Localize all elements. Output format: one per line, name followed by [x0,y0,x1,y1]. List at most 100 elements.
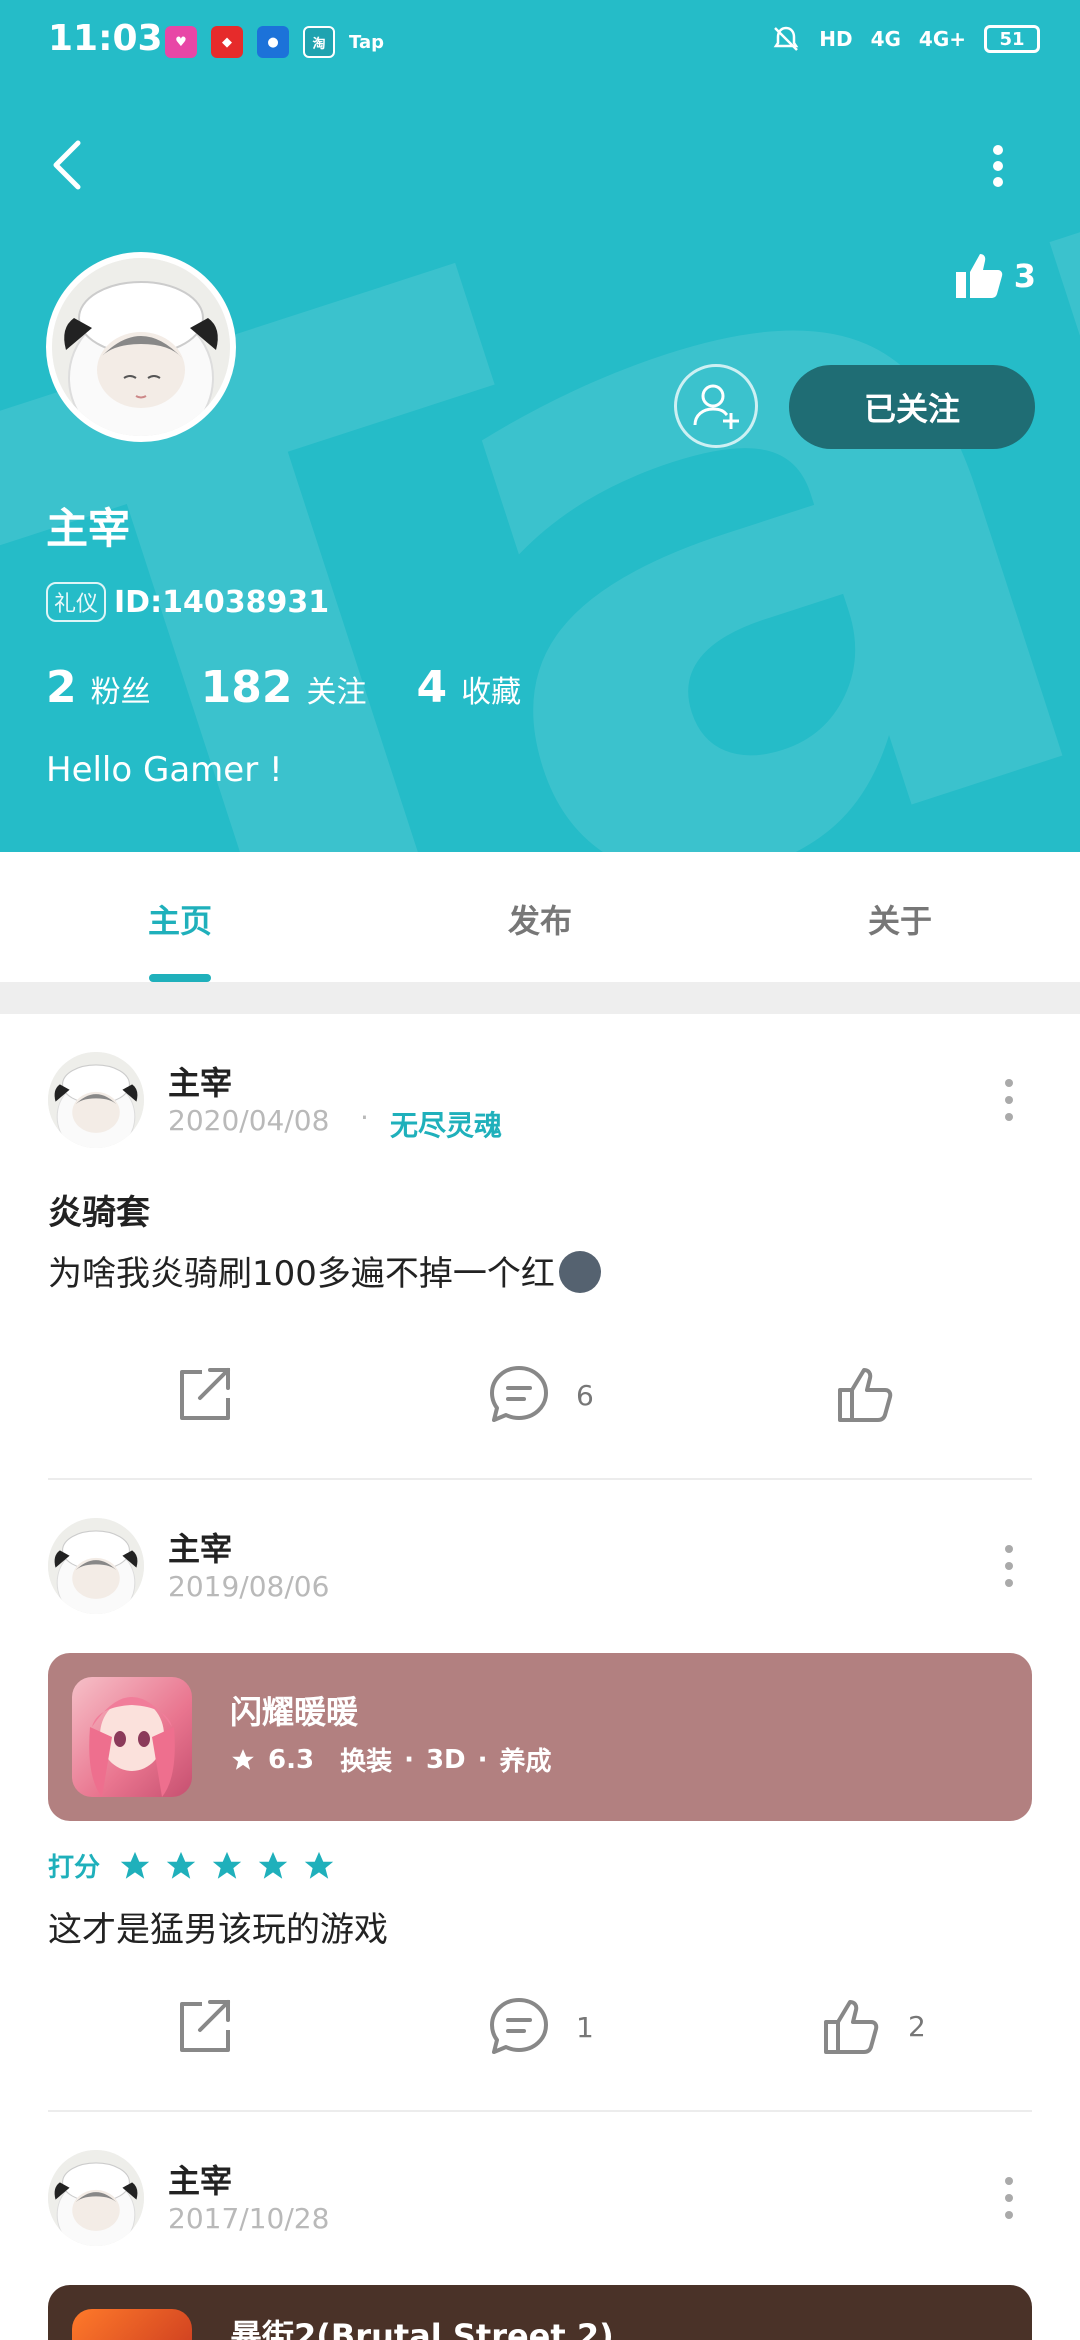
comment-button[interactable]: 6 [486,1362,594,1428]
comment-icon [490,1998,548,2054]
thumbs-up-icon [824,2000,879,2054]
section-separator [0,982,1080,1014]
taptap-icon: Tap [349,31,384,53]
profile-likes[interactable]: 3 [952,250,1036,302]
post-game-link[interactable]: 无尽灵魂 [390,1104,502,1144]
separator-dot: · [360,1101,369,1134]
rating-row: 打分 [48,1847,336,1884]
battery-icon: 51 [984,25,1040,53]
post-title[interactable]: 炎骑套 [48,1185,150,1234]
thumbs-up-icon [838,1368,893,1422]
post-date: 2020/04/08 [168,1104,330,1137]
game-art [89,1697,175,1797]
rating-label: 打分 [48,1853,101,1883]
game-card[interactable]: 闪耀暖暖 6.3 换装 · 3D · 养成 [48,1653,1032,1821]
status-time: 11:03 [48,18,163,59]
star-icon [212,1851,242,1879]
game-name: 闪耀暖暖 [230,1693,359,1731]
thumbs-up-icon [955,254,1002,298]
profile-stats: 2 粉丝 182 关注 4 收藏 [46,662,521,713]
share-button[interactable] [172,1994,236,2058]
more-vertical-icon[interactable] [994,2173,1024,2223]
app-notification-icon: ◆ [211,26,243,58]
mute-bell-icon [773,26,799,51]
notification-icons: ♥ ◆ ● 淘 Tap [165,26,384,58]
post-author[interactable]: 主宰 [168,1524,232,1570]
more-vertical-icon[interactable] [978,140,1018,200]
stat-value: 2 [46,662,77,713]
post-body[interactable]: 这才是猛男该玩的游戏 [48,1902,388,1951]
stat-fans[interactable]: 2 粉丝 [46,662,151,713]
tab-active-indicator [149,974,211,982]
star-icon [232,1748,254,1770]
profile-avatar[interactable] [46,252,236,442]
avatar-illustration [48,1518,144,1614]
stat-favorites[interactable]: 4 收藏 [416,662,521,713]
signal-4g-plus-icon: 4G+ [918,27,966,51]
back-arrow-icon[interactable] [40,135,100,195]
stat-following[interactable]: 182 关注 [201,662,367,713]
share-icon [180,2000,230,2052]
profile-bio: Hello Gamer ! [46,750,283,790]
comment-count: 1 [576,2010,594,2044]
tab-about[interactable]: 关于 [800,896,1000,942]
game-icon [72,2309,192,2340]
share-icon [180,1368,230,1420]
id-tag-badge: 礼仪 [46,582,107,622]
game-score: 6.3 [268,1744,315,1775]
post-date: 2019/08/06 [168,1570,330,1603]
follow-button[interactable]: 已关注 [789,365,1035,449]
avatar[interactable] [48,2150,144,2246]
profile-id-row: 礼仪 ID:14038931 [46,582,329,622]
post-body[interactable]: 为啥我炎骑刷100多遍不掉一个红 [48,1246,601,1297]
profile-tabs: 主页 发布 关于 [0,852,1080,982]
like-button[interactable]: 2 [820,1994,926,2058]
avatar[interactable] [48,1052,144,1148]
tab-posts[interactable]: 发布 [440,896,640,942]
game-tag: 养成 [499,1747,552,1777]
taobao-icon: 淘 [303,26,335,58]
stat-label: 收藏 [461,675,522,710]
avatar-illustration [48,1052,144,1148]
separator-dot: · [477,1744,488,1775]
robot-app-icon: ● [257,26,289,58]
more-vertical-icon[interactable] [994,1541,1024,1591]
add-user-icon [693,384,739,429]
comment-icon [490,1366,548,1422]
like-count: 2 [908,2009,926,2043]
profile-id: ID:14038931 [114,584,330,620]
more-vertical-icon[interactable] [994,1075,1024,1125]
game-icon [72,1677,192,1797]
avatar[interactable] [48,1518,144,1614]
avatar-illustration [48,2150,144,2246]
tab-home[interactable]: 主页 [80,896,280,942]
profile-header: Tap 11:03 ♥ ◆ ● 淘 Tap HD 4G 4G+ 51 3 已关注… [0,0,1080,852]
post-divider [48,1478,1032,1480]
post-divider [48,2110,1032,2112]
star-icon [166,1851,196,1879]
add-friend-button[interactable] [674,364,758,448]
stat-label: 关注 [306,675,367,710]
post-date: 2017/10/28 [168,2202,330,2235]
likes-count: 3 [1013,257,1036,295]
game-tag: 换装 [340,1747,393,1777]
signal-4g-icon: 4G [870,27,901,51]
stat-label: 粉丝 [90,675,151,710]
profile-name: 主宰 [46,504,131,553]
comment-button[interactable]: 1 [486,1994,594,2060]
game-card[interactable]: 暴街2(Brutal Street 2) [48,2285,1032,2340]
share-button[interactable] [172,1362,236,1426]
game-name: 暴街2(Brutal Street 2) [230,2317,614,2340]
status-bar: 11:03 ♥ ◆ ● 淘 Tap HD 4G 4G+ 51 [0,0,1080,84]
stat-value: 182 [200,662,293,713]
comment-count: 6 [576,1378,594,1412]
app-notification-icon: ♥ [165,26,197,58]
hd-icon: HD [819,27,853,51]
post-author[interactable]: 主宰 [168,1058,232,1104]
avatar-illustration [52,258,230,436]
like-button[interactable] [834,1362,898,1426]
post-author[interactable]: 主宰 [168,2156,232,2202]
game-meta: 6.3 换装 · 3D · 养成 [230,1741,552,1778]
game-tag: 3D [425,1744,466,1775]
star-icon [120,1851,150,1879]
